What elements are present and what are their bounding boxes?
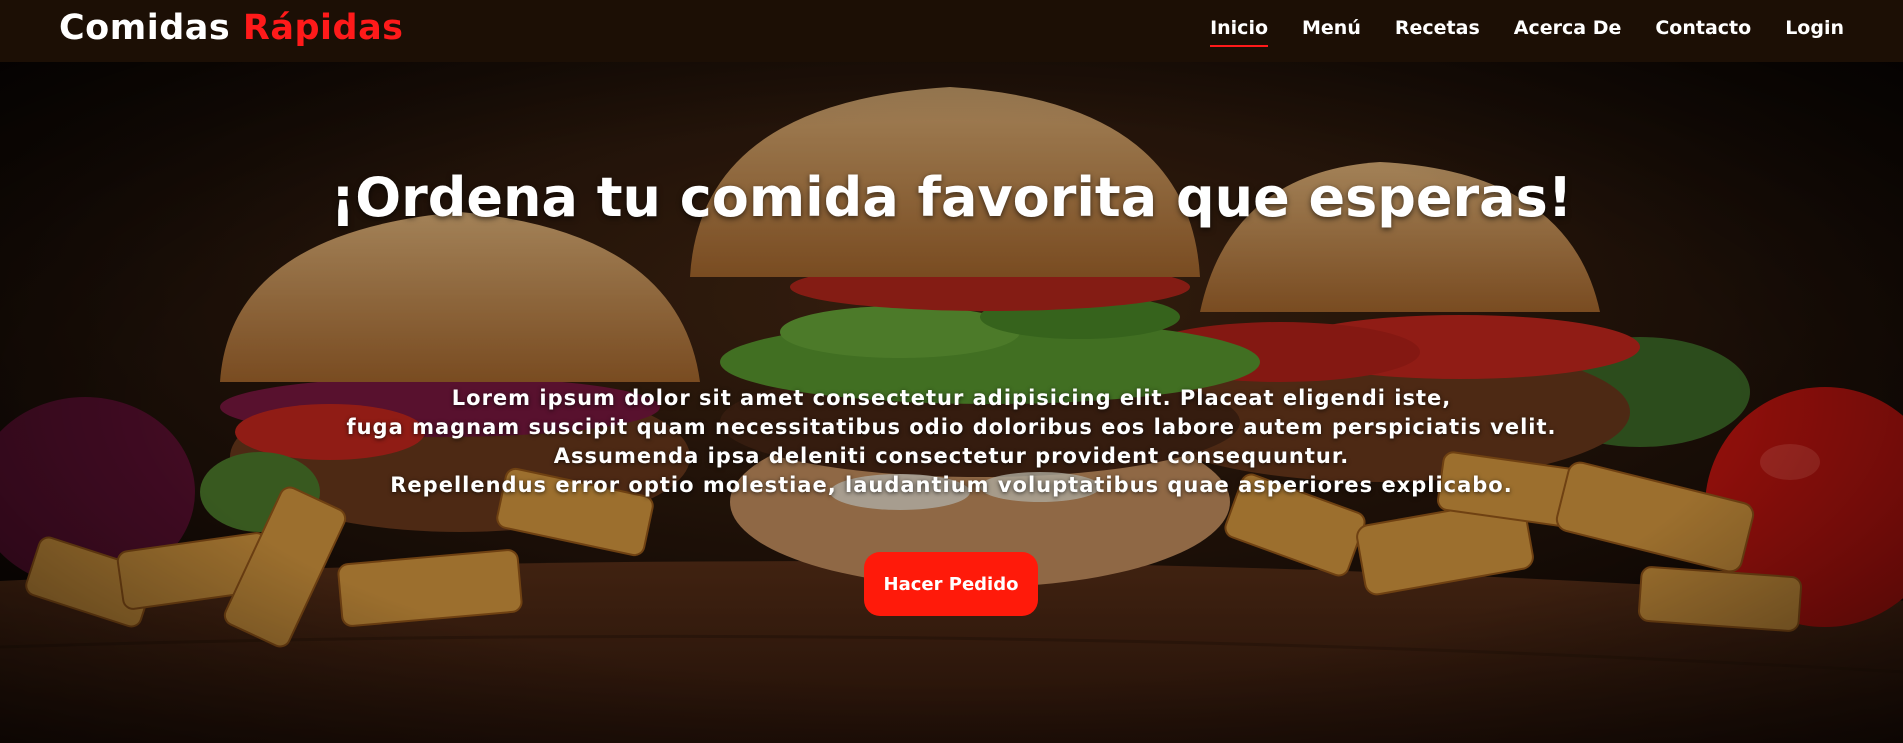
hero-description-line: Repellendus error optio molestiae, lauda… xyxy=(390,473,1513,497)
hero-section: ¡Ordena tu comida favorita que esperas! … xyxy=(0,62,1903,743)
brand-name-primary: Comidas xyxy=(59,8,231,48)
brand-logo[interactable]: Comidas Rápidas xyxy=(59,8,404,48)
main-nav: Inicio Menú Recetas Acerca De Contacto L… xyxy=(1210,17,1844,47)
order-button[interactable]: Hacer Pedido xyxy=(864,552,1038,616)
hero-description-line: Lorem ipsum dolor sit amet consectetur a… xyxy=(451,386,1452,410)
brand-name-accent: Rápidas xyxy=(242,8,404,48)
nav-item-recetas[interactable]: Recetas xyxy=(1395,17,1480,47)
nav-item-menu[interactable]: Menú xyxy=(1302,17,1361,47)
nav-item-login[interactable]: Login xyxy=(1785,17,1844,47)
hero-description-line: fuga magnam suscipit quam necessitatibus… xyxy=(346,415,1557,439)
nav-item-inicio[interactable]: Inicio xyxy=(1210,17,1269,47)
hero-description-line: Assumenda ipsa deleniti consectetur prov… xyxy=(553,444,1350,468)
nav-item-acerca-de[interactable]: Acerca De xyxy=(1514,17,1622,47)
hero-title: ¡Ordena tu comida favorita que esperas! xyxy=(330,166,1573,229)
navbar: Comidas Rápidas Inicio Menú Recetas Acer… xyxy=(0,0,1903,62)
nav-item-contacto[interactable]: Contacto xyxy=(1655,17,1751,47)
hero-description: Lorem ipsum dolor sit amet consectetur a… xyxy=(0,384,1903,500)
